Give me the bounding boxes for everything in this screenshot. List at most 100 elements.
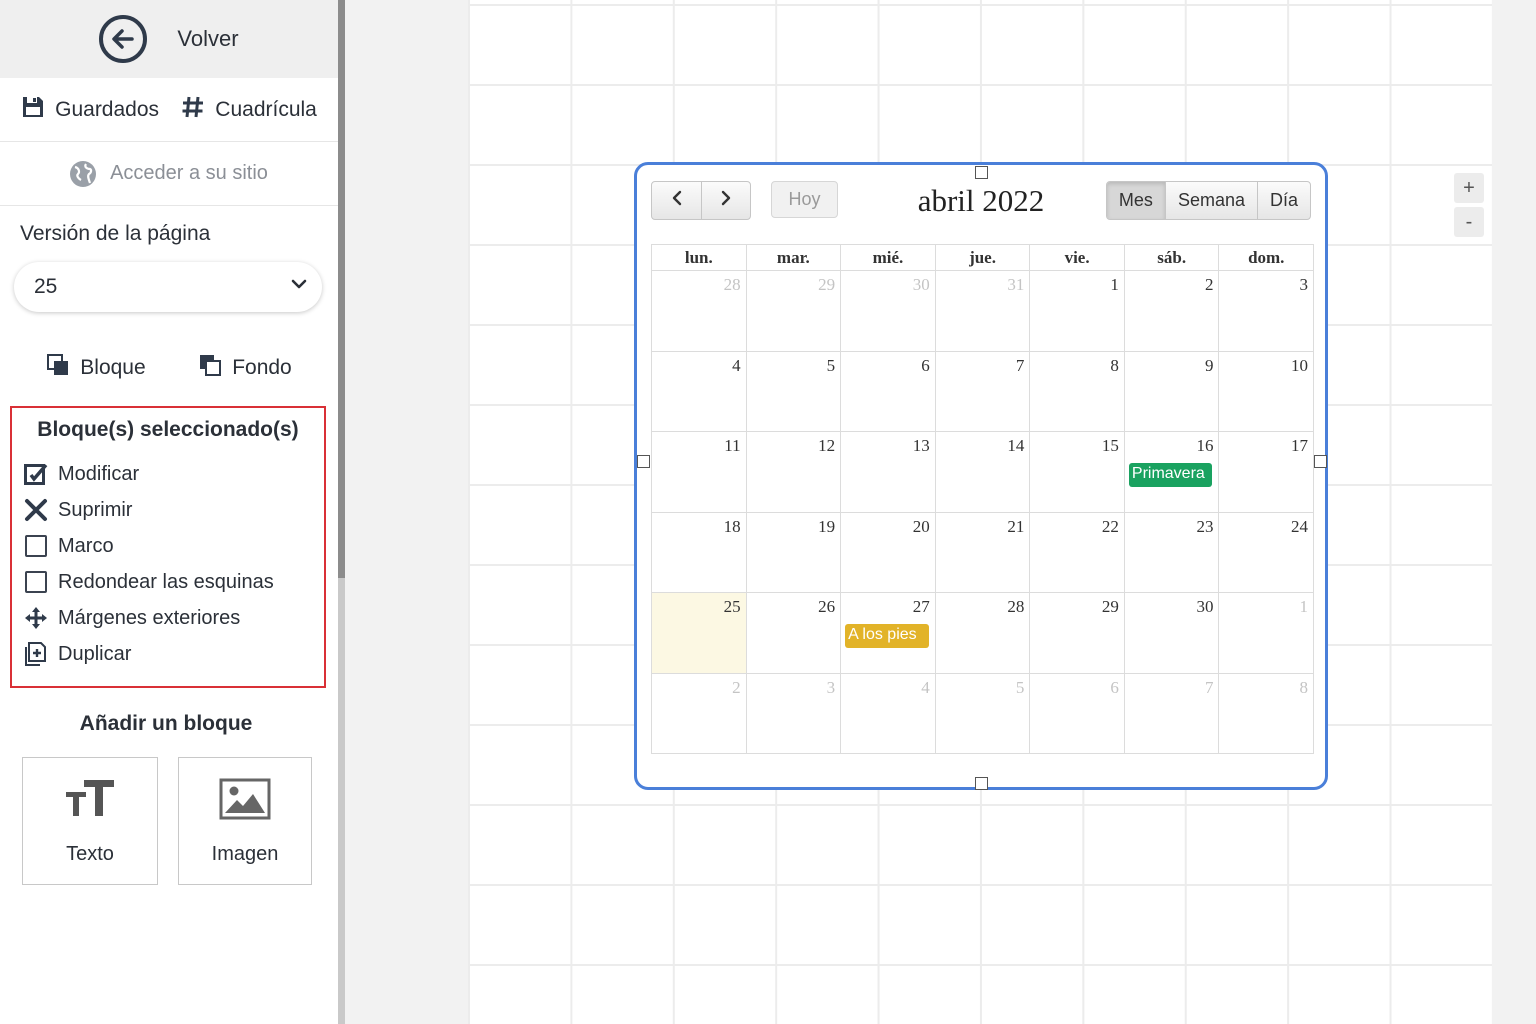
day-cell[interactable]: 5 xyxy=(746,351,842,432)
calendar-view-switch: Mes Semana Día xyxy=(1105,181,1311,220)
resize-handle-top[interactable] xyxy=(975,166,988,179)
add-text-block-button[interactable]: Texto xyxy=(22,757,158,885)
duplicate-icon xyxy=(24,642,48,666)
day-cell[interactable]: 21 xyxy=(935,512,1031,593)
calendar-event[interactable]: Primavera xyxy=(1128,463,1213,487)
day-cell[interactable]: 1 xyxy=(1030,271,1125,352)
day-cell[interactable]: 4 xyxy=(841,673,936,754)
day-number: 31 xyxy=(1007,275,1025,294)
round-corners-checkbox[interactable] xyxy=(25,571,47,593)
day-number: 2 xyxy=(1204,275,1214,294)
day-number: 27 xyxy=(912,597,930,616)
mode-switch: Bloque Fondo xyxy=(0,346,338,390)
modify-action[interactable]: Modificar xyxy=(12,456,324,492)
day-number: 2 xyxy=(732,677,741,697)
day-number: 10 xyxy=(1291,355,1309,375)
back-button[interactable]: Volver xyxy=(0,0,338,78)
view-button-1[interactable]: Semana xyxy=(1164,182,1257,219)
day-cell[interactable]: 2 xyxy=(652,673,747,754)
day-cell[interactable]: 27 A los pies xyxy=(841,593,936,674)
day-cell[interactable]: 30 xyxy=(1124,593,1220,674)
move-arrows-icon xyxy=(24,606,48,630)
calendar-event[interactable]: A los pies xyxy=(845,624,929,648)
zoom-in-button[interactable]: + xyxy=(1454,173,1484,203)
calendar-block[interactable]: abril 2022 Hoy Mes Semana Día lun. mar. mié.… xyxy=(634,162,1328,790)
day-cell[interactable]: 10 xyxy=(1219,351,1315,432)
sidebar-scrollbar-thumb[interactable] xyxy=(338,0,345,578)
day-cell[interactable]: 3 xyxy=(1219,271,1315,352)
view-button-0[interactable]: Mes xyxy=(1106,182,1165,219)
today-button[interactable]: Hoy xyxy=(771,181,838,218)
frame-checkbox[interactable] xyxy=(25,535,47,557)
day-cell[interactable]: 7 xyxy=(935,351,1031,432)
day-number: 8 xyxy=(1299,677,1309,697)
visit-site-link[interactable]: Acceder a su sitio xyxy=(0,142,338,206)
day-cell[interactable]: 28 xyxy=(652,271,747,352)
day-cell[interactable]: 29 xyxy=(1030,593,1125,674)
day-cell[interactable]: 31 xyxy=(935,271,1031,352)
day-cell[interactable]: 16 Primavera xyxy=(1124,432,1220,513)
day-cell[interactable]: 19 xyxy=(746,512,842,593)
zoom-out-button[interactable]: - xyxy=(1454,207,1484,237)
previous-month-button[interactable] xyxy=(652,182,701,219)
day-cell[interactable]: 8 xyxy=(1030,351,1125,432)
outer-margins-action[interactable]: Márgenes exteriores xyxy=(12,600,324,636)
next-month-button[interactable] xyxy=(701,182,750,219)
day-cell[interactable]: 13 xyxy=(841,432,936,513)
page-version-value: 25 xyxy=(34,275,58,298)
duplicate-action[interactable]: Duplicar xyxy=(12,636,324,672)
day-number: 22 xyxy=(1101,516,1119,536)
delete-action[interactable]: Suprimir xyxy=(12,492,324,528)
day-cell[interactable]: 24 xyxy=(1219,512,1315,593)
day-cell[interactable]: 18 xyxy=(652,512,747,593)
day-cell[interactable]: 29 xyxy=(746,271,842,352)
day-cell[interactable]: 7 xyxy=(1124,673,1220,754)
back-label: Volver xyxy=(177,26,239,51)
day-number: 26 xyxy=(818,597,836,616)
day-cell[interactable]: 12 xyxy=(746,432,842,513)
day-number: 15 xyxy=(1101,436,1119,455)
day-number: 16 xyxy=(1196,436,1214,455)
frame-toggle[interactable]: Marco xyxy=(12,528,324,564)
day-cell[interactable]: 9 xyxy=(1124,351,1220,432)
day-cell[interactable]: 20 xyxy=(841,512,936,593)
add-image-block-button[interactable]: Imagen xyxy=(178,757,312,885)
day-cell[interactable]: 15 xyxy=(1030,432,1125,513)
top-actions: Guardados Cuadrícula xyxy=(0,78,338,142)
outer-margins-label: Márgenes exteriores xyxy=(58,606,241,629)
resize-handle-bottom[interactable] xyxy=(975,777,988,790)
view-button-2[interactable]: Día xyxy=(1256,182,1310,219)
day-cell[interactable]: 11 xyxy=(652,432,747,513)
week-row: 2 3 4 5 6 7 8 xyxy=(652,673,1315,754)
day-cell[interactable]: 6 xyxy=(841,351,936,432)
day-number: 7 xyxy=(1204,677,1214,697)
day-number: 23 xyxy=(1196,516,1214,536)
round-corners-toggle[interactable]: Redondear las esquinas xyxy=(12,564,324,600)
day-cell[interactable]: 28 xyxy=(935,593,1031,674)
day-cell[interactable]: 2 xyxy=(1124,271,1220,352)
globe-icon xyxy=(70,160,97,187)
day-cell-today[interactable]: 25 xyxy=(652,593,747,674)
day-cell[interactable]: 14 xyxy=(935,432,1031,513)
block-mode-button[interactable]: Bloque xyxy=(46,353,146,383)
day-cell[interactable]: 6 xyxy=(1030,673,1125,754)
day-cell[interactable]: 4 xyxy=(652,351,747,432)
saved-button[interactable]: Guardados xyxy=(21,95,159,125)
day-cell[interactable]: 3 xyxy=(746,673,842,754)
day-cell[interactable]: 17 xyxy=(1219,432,1315,513)
resize-handle-right[interactable] xyxy=(1314,455,1327,468)
day-cell[interactable]: 8 xyxy=(1219,673,1315,754)
day-number: 29 xyxy=(1101,597,1119,616)
day-cell[interactable]: 1 xyxy=(1219,593,1315,674)
day-number: 5 xyxy=(1015,677,1025,697)
day-cell[interactable]: 30 xyxy=(841,271,936,352)
day-cell[interactable]: 5 xyxy=(935,673,1031,754)
day-cell[interactable]: 22 xyxy=(1030,512,1125,593)
grid-button[interactable]: Cuadrícula xyxy=(181,95,317,125)
page-version-title: Versión de la página xyxy=(20,222,211,245)
day-cell[interactable]: 26 xyxy=(746,593,842,674)
background-mode-button[interactable]: Fondo xyxy=(198,353,292,383)
day-cell[interactable]: 23 xyxy=(1124,512,1220,593)
page-version-select[interactable]: 25 xyxy=(14,262,322,312)
resize-handle-left[interactable] xyxy=(637,455,650,468)
